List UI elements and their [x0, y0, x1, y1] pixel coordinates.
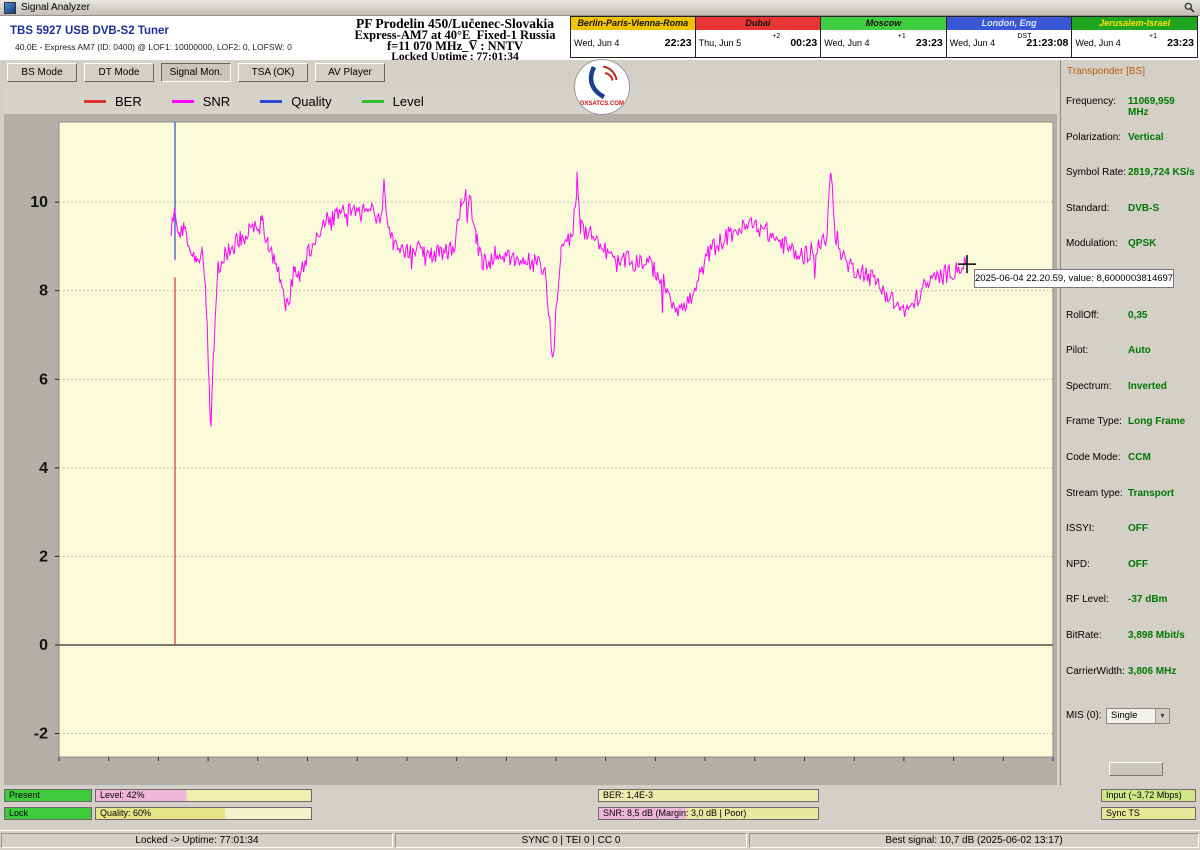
status-best-signal: Best signal: 10,7 dB (2025-06-02 13:17): [749, 833, 1199, 848]
y-axis-tick-label: 6: [39, 371, 48, 388]
signal-chart-area: BER SNR Quality Level 10 8 6 4 2 0 -2: [4, 88, 1057, 785]
row-spectrum: Spectrum:Inverted: [1061, 381, 1200, 417]
logo-text: DXSATCS.COM: [575, 101, 629, 107]
transponder-panel-title: Transponder [BS]: [1067, 66, 1145, 77]
row-frame-type: Frame Type:Long Frame: [1061, 416, 1200, 452]
status-lock-uptime: Locked -> Uptime: 77:01:34: [1, 833, 393, 848]
clock-time: 22:23: [665, 37, 692, 49]
clock-city: Jerusalem-Israel: [1072, 17, 1197, 30]
clock-time: 23:23: [1167, 37, 1194, 49]
world-clock-berlin: Berlin-Paris-Vienna-Roma Wed, Jun 4 22:2…: [570, 16, 696, 58]
clock-date: Wed, Jun 4: [824, 38, 869, 48]
world-clock-jerusalem: Jerusalem-Israel Wed, Jun 4 +1 23:23: [1072, 16, 1198, 58]
ber-line-swatch: [84, 100, 106, 103]
clock-city: Moscow: [821, 17, 946, 30]
clock-city: Dubai: [696, 17, 821, 30]
clock-time: 21:23:08: [1026, 37, 1068, 49]
clock-offset: +1: [1149, 33, 1157, 40]
chart-legend: BER SNR Quality Level: [4, 88, 1057, 114]
y-axis-tick-label: 0: [39, 637, 48, 654]
mis-row: MIS (0): Single ▾: [1066, 710, 1196, 721]
snr-meter: SNR: 8,5 dB (Margin: 3,0 dB | Poor): [598, 807, 819, 820]
app-icon: [4, 2, 16, 14]
mis-label: MIS (0):: [1066, 710, 1106, 721]
clock-time: 00:23: [790, 37, 817, 49]
input-rate-meter: Input (~3,72 Mbps): [1101, 789, 1196, 802]
level-line-swatch: [362, 100, 384, 103]
legend-snr: SNR: [172, 94, 230, 109]
magnifier-icon[interactable]: [1182, 1, 1196, 14]
transponder-panel: Transponder [BS] Frequency:11069,959 MHz…: [1060, 60, 1200, 785]
tab-signal-mon[interactable]: Signal Mon.: [161, 63, 231, 82]
ber-meter: BER: 1,4E-3: [598, 789, 819, 802]
world-clocks: Berlin-Paris-Vienna-Roma Wed, Jun 4 22:2…: [570, 16, 1198, 58]
window-title: Signal Analyzer: [21, 2, 90, 13]
row-carrier-width: CarrierWidth:3,806 MHz: [1061, 666, 1200, 702]
row-frequency: Frequency:11069,959 MHz: [1061, 96, 1200, 132]
legend-level: Level: [362, 94, 424, 109]
tab-tsa[interactable]: TSA (OK): [238, 63, 308, 82]
legend-ber: BER: [84, 94, 142, 109]
clock-offset: +2: [772, 33, 780, 40]
row-polarization: Polarization:Vertical: [1061, 132, 1200, 168]
tuner-detail: 40.0E - Express AM7 (ID: 0400) @ LOF1: 1…: [15, 42, 292, 52]
signal-analyzer-app: { "window": { "title": "Signal Analyzer"…: [0, 0, 1200, 850]
transponder-rows: Frequency:11069,959 MHz Polarization:Ver…: [1061, 96, 1200, 701]
header: TBS 5927 USB DVB-S2 Tuner 40.0E - Expres…: [0, 16, 1200, 60]
clock-offset: +1: [898, 33, 906, 40]
quality-line-swatch: [260, 100, 282, 103]
row-rolloff: RollOff:0,35: [1061, 310, 1200, 346]
clock-date: Wed, Jun 4: [950, 38, 995, 48]
sync-ts-indicator: Sync TS: [1101, 807, 1196, 820]
chart-tooltip: 2025-06-04 22.20.59, value: 8,6000003814…: [974, 269, 1174, 288]
row-code-mode: Code Mode:CCM: [1061, 452, 1200, 488]
status-sync-counters: SYNC 0 | TEI 0 | CC 0: [395, 833, 747, 848]
clock-date: Wed, Jun 4: [574, 38, 619, 48]
tuner-name: TBS 5927 USB DVB-S2 Tuner: [10, 25, 169, 37]
row-npd: NPD:OFF: [1061, 559, 1200, 595]
mis-dropdown[interactable]: Single ▾: [1106, 708, 1170, 724]
clock-date: Thu, Jun 5: [699, 38, 742, 48]
window-titlebar: Signal Analyzer: [0, 0, 1200, 16]
y-axis-tick-label: -2: [34, 726, 48, 743]
present-indicator: Present: [4, 789, 92, 802]
y-axis-tick-label: 4: [39, 460, 48, 477]
row-symbol-rate: Symbol Rate:2819,724 KS/s: [1061, 167, 1200, 203]
chevron-down-icon: ▾: [1155, 709, 1169, 723]
dxsatcs-logo: DXSATCS.COM: [574, 59, 630, 115]
lock-indicator: Lock: [4, 807, 92, 820]
world-clock-london: London, Eng Wed, Jun 4 DST 21:23:08: [947, 16, 1073, 58]
quality-meter: Quality: 60%: [95, 807, 312, 820]
tab-bs-mode[interactable]: BS Mode: [7, 63, 77, 82]
row-issyi: ISSYI:OFF: [1061, 523, 1200, 559]
clock-date: Wed, Jun 4: [1075, 38, 1120, 48]
clock-time: 23:23: [916, 37, 943, 49]
status-bar: Locked -> Uptime: 77:01:34 SYNC 0 | TEI …: [0, 830, 1200, 850]
clock-city: London, Eng: [947, 17, 1072, 30]
mis-value: Single: [1111, 710, 1137, 721]
y-axis-tick-label: 2: [39, 548, 48, 565]
row-pilot: Pilot:Auto: [1061, 345, 1200, 381]
legend-quality: Quality: [260, 94, 331, 109]
site-info: PF Prodelin 450/Lučenec-Slovakia Express…: [320, 16, 590, 62]
row-rf-level: RF Level:-37 dBm: [1061, 594, 1200, 630]
world-clock-moscow: Moscow Wed, Jun 4 +1 23:23: [821, 16, 947, 58]
plot-area: [59, 122, 1053, 757]
y-axis-tick-label: 10: [30, 194, 48, 211]
level-meter: Level: 42%: [95, 789, 312, 802]
snr-line-swatch: [172, 100, 194, 103]
panel-scrollbar[interactable]: [1109, 762, 1163, 776]
row-bitrate: BitRate:3,898 Mbit/s: [1061, 630, 1200, 666]
tab-dt-mode[interactable]: DT Mode: [84, 63, 154, 82]
clock-city: Berlin-Paris-Vienna-Roma: [571, 17, 695, 30]
row-standard: Standard:DVB-S: [1061, 203, 1200, 239]
snr-plot[interactable]: 10 8 6 4 2 0 -2: [4, 88, 1057, 785]
y-axis-tick-label: 8: [39, 283, 48, 300]
world-clock-dubai: Dubai Thu, Jun 5 +2 00:23: [696, 16, 822, 58]
tab-av-player[interactable]: AV Player: [315, 63, 385, 82]
tab-bar: BS Mode DT Mode Signal Mon. TSA (OK) AV …: [0, 60, 1060, 88]
row-stream-type: Stream type:Transport: [1061, 488, 1200, 524]
